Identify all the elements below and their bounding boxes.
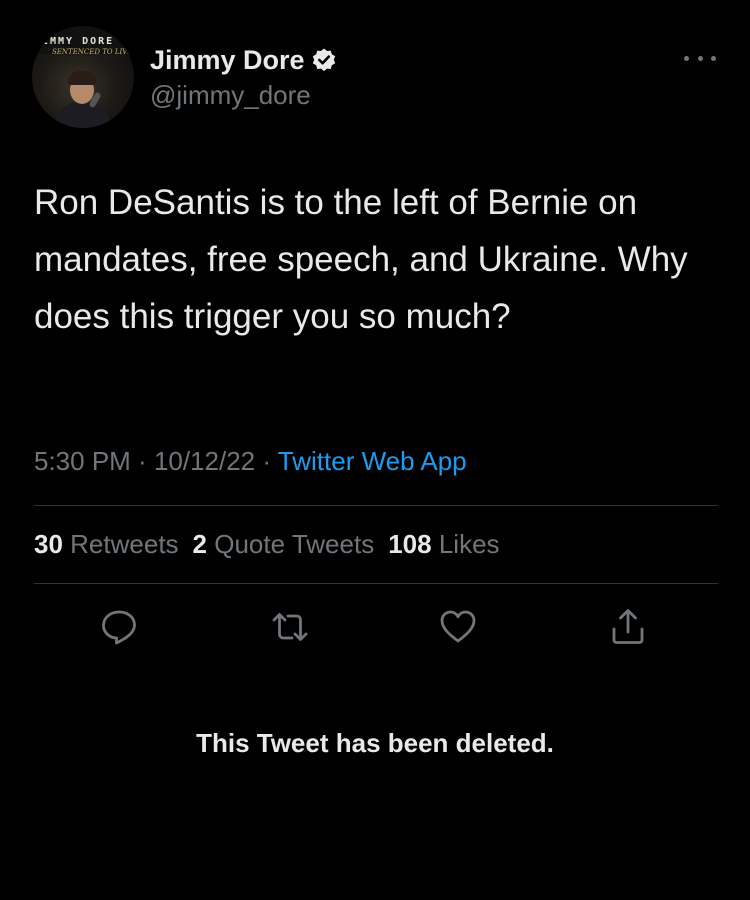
tweet-text: Ron DeSantis is to the left of Bernie on…	[34, 183, 698, 336]
divider-bottom	[34, 583, 718, 584]
retweets-count: 30	[34, 529, 63, 559]
more-dot	[711, 55, 716, 61]
share-button[interactable]	[605, 604, 651, 650]
retweet-icon	[272, 613, 308, 641]
divider-top	[34, 505, 718, 506]
deleted-tweet-notice: This Tweet has been deleted.	[196, 728, 554, 758]
meta-separator: ·	[255, 446, 278, 476]
author-handle[interactable]: @jimmy_dore	[150, 80, 311, 111]
tweet-card: IMMY DORE SENTENCED TO LIVE Jimmy Dore @…	[0, 0, 750, 900]
author-name-row[interactable]: Jimmy Dore	[150, 44, 337, 76]
verified-badge-icon	[311, 47, 337, 73]
more-dot	[684, 55, 689, 61]
avatar-poster-title: IMMY DORE	[42, 36, 115, 47]
tweet-meta: 5:30 PM · 10/12/22 · Twitter Web App	[34, 446, 467, 477]
quotes-label: Quote Tweets	[214, 529, 375, 559]
likes-count: 108	[388, 529, 432, 559]
retweets-stat[interactable]: 30 Retweets	[34, 529, 179, 559]
tweet-time[interactable]: 5:30 PM	[34, 446, 131, 476]
reply-button[interactable]	[96, 604, 142, 650]
like-button[interactable]	[435, 604, 481, 650]
likes-stat[interactable]: 108 Likes	[388, 529, 499, 559]
heart-icon	[440, 610, 476, 643]
likes-label: Likes	[438, 529, 500, 559]
quotes-count: 2	[192, 529, 208, 559]
more-options-icon[interactable]	[684, 50, 716, 66]
share-icon	[612, 609, 644, 644]
reply-icon	[102, 610, 136, 645]
avatar-poster-subtitle: SENTENCED TO LIVE	[52, 48, 133, 56]
avatar[interactable]: IMMY DORE SENTENCED TO LIVE	[32, 26, 134, 128]
more-dot	[697, 55, 703, 61]
retweet-button[interactable]	[267, 604, 313, 650]
tweet-date[interactable]: 10/12/22	[154, 446, 255, 476]
meta-separator: ·	[130, 446, 154, 476]
display-name[interactable]: Jimmy Dore	[150, 45, 305, 76]
tweet-source-link[interactable]: Twitter Web App	[278, 446, 467, 476]
avatar-person-hair	[68, 71, 96, 85]
retweets-label: Retweets	[70, 529, 179, 559]
tweet-stats: 30 Retweets 2 Quote Tweets 108 Likes	[34, 529, 500, 560]
avatar-person-body	[56, 102, 110, 128]
quotes-stat[interactable]: 2 Quote Tweets	[193, 529, 375, 559]
action-bar	[0, 604, 750, 650]
